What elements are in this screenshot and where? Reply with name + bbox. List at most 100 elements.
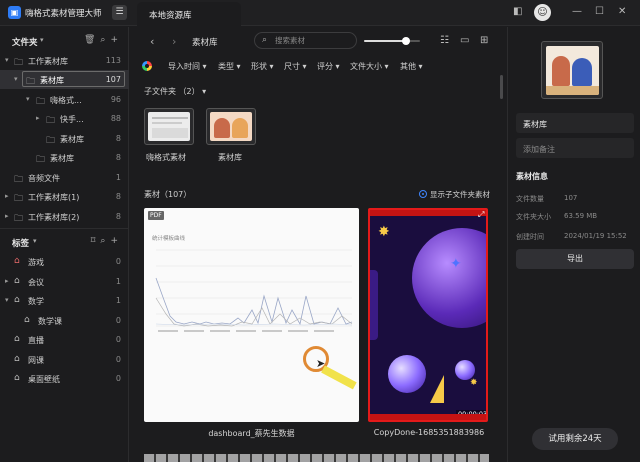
- asset-card-selected[interactable]: ⤢ ✸ ✦ ✸ 00:00:03: [368, 208, 488, 422]
- tag-item[interactable]: ▾ ⌂ 数学 1: [0, 291, 129, 310]
- search-icon[interactable]: ⌕: [100, 35, 110, 45]
- tag-item[interactable]: ▸ ⌂ 会议 1: [0, 272, 129, 291]
- tag-item[interactable]: ⌂ 游戏 0: [0, 252, 129, 271]
- preview-figure: [214, 118, 230, 138]
- trial-badge-button[interactable]: 试用剩余24天: [532, 428, 618, 450]
- folder-icon: 🗀: [26, 77, 36, 87]
- tags-section-header: 标签 ▾ ⌑⌕+: [0, 233, 129, 251]
- back-icon[interactable]: ‹: [150, 35, 154, 48]
- trash-icon[interactable]: 🗑: [84, 35, 100, 45]
- folder-actions: 🗑⌕+: [84, 35, 123, 45]
- show-subfolder-assets-toggle[interactable]: 显示子文件夹素材: [419, 189, 490, 200]
- search-input[interactable]: [275, 35, 353, 46]
- search-box[interactable]: ⌕: [254, 32, 357, 49]
- filter-file-size[interactable]: 文件大小 ▾: [350, 61, 389, 72]
- info-row: 创建时间 2024/01/19 15:52: [516, 232, 634, 244]
- tag-label: 桌面壁纸: [28, 375, 60, 384]
- subfolder-card[interactable]: [206, 108, 256, 145]
- folder-label: 嗨格式...: [50, 96, 82, 105]
- tag-count: 0: [115, 335, 121, 344]
- color-filter-icon[interactable]: [142, 61, 152, 71]
- tag-label: 数学: [28, 297, 44, 306]
- subfolder-header-label: 子文件夹 （2）: [144, 87, 200, 96]
- minimize-icon[interactable]: —: [572, 7, 582, 17]
- tab-local-library[interactable]: 本地资源库: [137, 2, 241, 26]
- menu-icon[interactable]: ☰: [112, 5, 127, 20]
- filter-other[interactable]: 其他 ▾: [400, 61, 423, 72]
- search-icon[interactable]: ⌕: [100, 236, 110, 246]
- tag-count: 0: [115, 355, 121, 364]
- tag-item[interactable]: ⌂ 数学课 0: [0, 311, 129, 330]
- next-row-preview: [144, 454, 489, 462]
- folder-icon: 🗀: [46, 116, 56, 126]
- tag-item[interactable]: ⌂ 网课 0: [0, 350, 129, 369]
- chevron-down-icon[interactable]: ▾: [40, 36, 44, 44]
- decoration-orb: [412, 228, 486, 328]
- preview-figure: [572, 58, 592, 86]
- view-list-icon[interactable]: ▭: [460, 35, 469, 46]
- folder-icon: 🗀: [14, 175, 24, 185]
- subfolder-card[interactable]: [144, 108, 194, 145]
- avatar[interactable]: ☺: [534, 4, 551, 21]
- folder-count: 8: [115, 153, 121, 162]
- chevron-right-icon[interactable]: ▸: [36, 114, 40, 122]
- name-field[interactable]: 素材库: [516, 113, 634, 133]
- view-grid-icon[interactable]: ⊞: [480, 35, 488, 46]
- export-button[interactable]: 导出: [516, 249, 634, 269]
- filter-shape[interactable]: 形状 ▾: [251, 61, 274, 72]
- forward-icon[interactable]: ›: [172, 35, 176, 48]
- chevron-right-icon[interactable]: ▸: [5, 212, 9, 220]
- thumbnail-size-slider[interactable]: [364, 37, 420, 45]
- chevron-down-icon[interactable]: ▾: [5, 296, 9, 304]
- tag-count: 0: [115, 316, 121, 325]
- note-field[interactable]: 添加备注: [516, 138, 634, 158]
- folder-item[interactable]: 🗀 音频文件 1: [0, 168, 129, 187]
- decoration-triangle: [430, 375, 444, 403]
- folder-name: 素材库: [523, 120, 547, 129]
- folder-icon: 🗀: [14, 194, 24, 204]
- folder-icon: 🗀: [14, 58, 24, 68]
- maximize-icon[interactable]: ☐: [595, 7, 604, 17]
- filter-import-time[interactable]: 导入时间 ▾: [168, 61, 207, 72]
- folder-item[interactable]: ▸ 🗀 工作素材库(1) 8: [0, 187, 129, 206]
- add-icon[interactable]: +: [110, 236, 123, 246]
- filter-type[interactable]: 类型 ▾: [218, 61, 241, 72]
- tag-icon: ⌂: [14, 256, 20, 266]
- close-icon[interactable]: ✕: [618, 7, 626, 17]
- tag-label: 数学课: [38, 317, 62, 326]
- subfolder-header[interactable]: 子文件夹 （2） ▾: [144, 86, 206, 97]
- asset-card[interactable]: PDF 统计模板曲线: [144, 208, 359, 422]
- tag-label: 网课: [28, 356, 44, 365]
- bookmark-icon[interactable]: ⌑: [91, 236, 101, 246]
- preview-line: [152, 117, 188, 119]
- folder-item[interactable]: 🗀 素材库 8: [0, 148, 129, 167]
- slider-knob[interactable]: [402, 37, 410, 45]
- preview-figure: [552, 56, 570, 86]
- folder-thumbnail: [541, 41, 603, 99]
- chevron-right-icon[interactable]: ▸: [5, 277, 9, 285]
- chevron-down-icon[interactable]: ▾: [33, 237, 37, 245]
- folder-item[interactable]: 🗀 素材库 8: [0, 129, 129, 148]
- folder-item[interactable]: ▸ 🗀 工作素材库(2) 8: [0, 207, 129, 226]
- filter-rating[interactable]: 评分 ▾: [317, 61, 340, 72]
- folder-item-selected[interactable]: ▾ 🗀 素材库 107: [0, 70, 129, 89]
- tag-label: 游戏: [28, 258, 44, 267]
- folder-item[interactable]: ▾ 🗀 嗨格式... 96: [0, 90, 129, 109]
- folder-item[interactable]: ▸ 🗀 快手... 88: [0, 109, 129, 128]
- chevron-down-icon[interactable]: ▾: [5, 56, 9, 64]
- folder-item[interactable]: ▾ 🗀 工作素材库 113: [0, 51, 129, 70]
- video-band: [370, 414, 486, 420]
- sidebar-toggle-icon[interactable]: ◧: [513, 7, 522, 17]
- chevron-down-icon[interactable]: ▾: [26, 95, 30, 103]
- scrollbar[interactable]: [500, 75, 503, 99]
- tag-item[interactable]: ⌂ 直播 0: [0, 330, 129, 349]
- sort-icon[interactable]: ☷: [440, 35, 449, 46]
- folder-label: 音频文件: [28, 174, 60, 183]
- tag-item[interactable]: ⌂ 桌面壁纸 0: [0, 369, 129, 388]
- tag-label: 会议: [28, 278, 44, 287]
- add-icon[interactable]: +: [110, 35, 123, 45]
- chevron-right-icon[interactable]: ▸: [5, 192, 9, 200]
- preview-chart: [155, 249, 353, 332]
- chevron-down-icon[interactable]: ▾: [14, 75, 18, 83]
- filter-size[interactable]: 尺寸 ▾: [284, 61, 307, 72]
